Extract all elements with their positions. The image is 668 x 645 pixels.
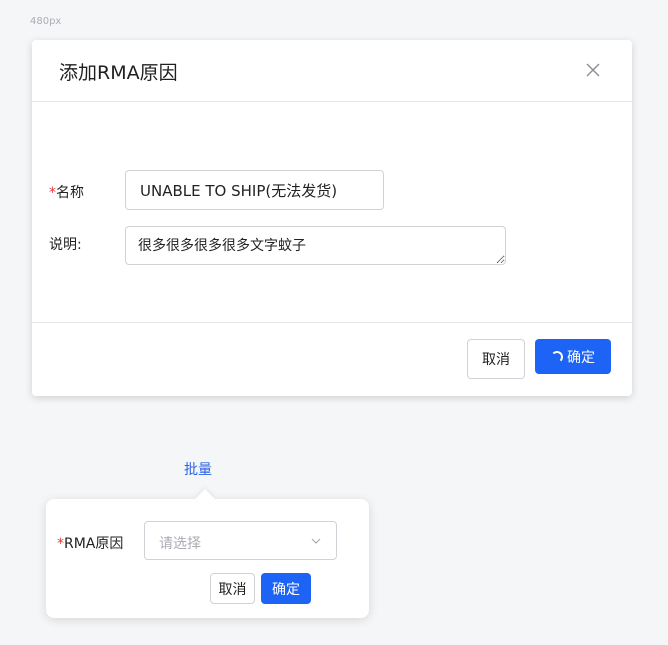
rma-reason-select[interactable]: 请选择 bbox=[144, 521, 337, 560]
cancel-button[interactable]: 取消 bbox=[467, 339, 525, 379]
batch-link[interactable]: 批量 bbox=[184, 459, 212, 479]
dialog-title: 添加RMA原因 bbox=[59, 62, 178, 84]
popover-confirm-label: 确定 bbox=[272, 581, 300, 598]
popover-cancel-label: 取消 bbox=[218, 581, 247, 598]
popover-arrow bbox=[195, 489, 215, 509]
cancel-button-label: 取消 bbox=[482, 352, 510, 368]
popover-cancel-button[interactable]: 取消 bbox=[210, 573, 255, 604]
chevron-down-icon bbox=[311, 538, 321, 544]
canvas-size-label: 480px bbox=[30, 16, 62, 27]
confirm-button[interactable]: 确定 bbox=[535, 339, 611, 374]
rma-reason-label-text: RMA原因 bbox=[64, 536, 124, 552]
close-icon[interactable] bbox=[584, 61, 602, 79]
name-label-text: 名称 bbox=[56, 185, 84, 201]
add-rma-reason-dialog: 添加RMA原因 *名称 说明: 很多很多很多很多文字蚊子 取消 确定 bbox=[32, 40, 632, 396]
rma-reason-label: *RMA原因 bbox=[57, 533, 123, 553]
description-field-label: 说明: bbox=[49, 237, 82, 253]
dialog-footer: 取消 确定 bbox=[32, 322, 632, 396]
name-input[interactable] bbox=[125, 170, 384, 210]
select-placeholder: 请选择 bbox=[159, 536, 201, 552]
popover-confirm-button[interactable]: 确定 bbox=[261, 573, 311, 604]
dialog-header: 添加RMA原因 bbox=[32, 40, 632, 102]
required-mark: * bbox=[49, 185, 56, 201]
description-textarea[interactable]: 很多很多很多很多文字蚊子 bbox=[125, 226, 506, 265]
spinner-icon bbox=[551, 350, 563, 363]
confirm-button-label: 确定 bbox=[567, 349, 595, 366]
batch-popover: *RMA原因 请选择 取消 确定 bbox=[46, 489, 369, 618]
required-mark: * bbox=[57, 536, 64, 552]
name-field-label: *名称 bbox=[49, 182, 84, 202]
